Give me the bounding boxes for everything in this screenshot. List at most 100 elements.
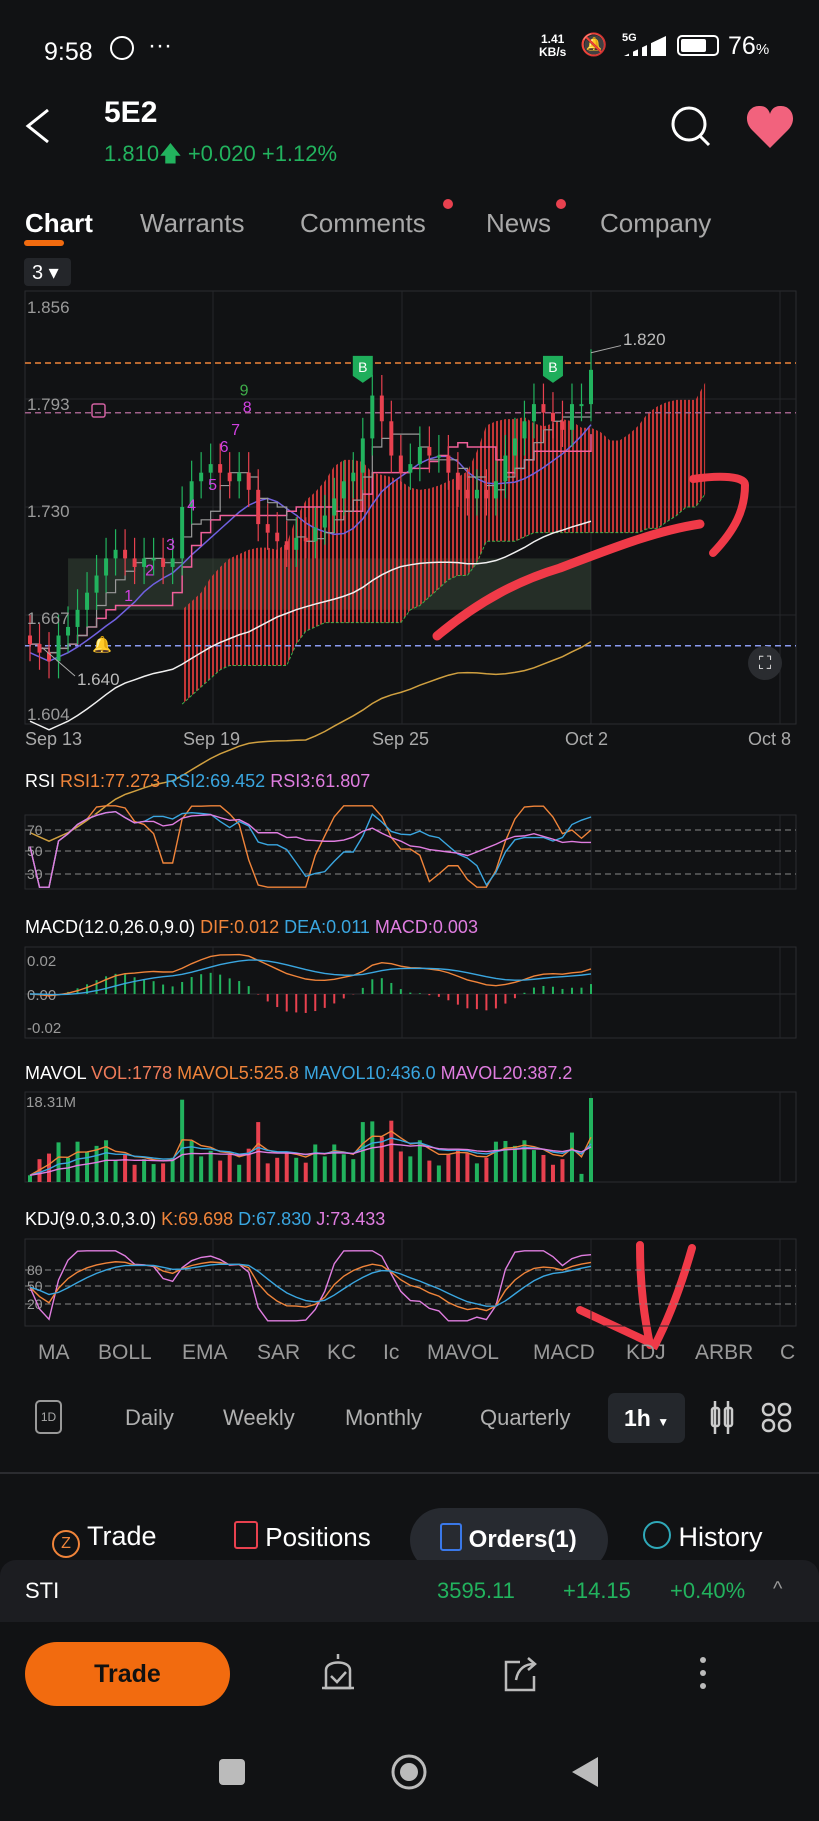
orders-tab[interactable]: Orders(1) (440, 1523, 577, 1554)
candle-body (303, 537, 308, 542)
rsi-legend: RSI RSI1:77.273 RSI2:69.452 RSI3:61.807 (25, 771, 370, 792)
y-tick-label: 1.604 (27, 705, 70, 724)
volume-bar (94, 1145, 99, 1182)
fullscreen-button[interactable]: ⛶ (748, 646, 782, 680)
indicator-kdj[interactable]: KDJ (626, 1341, 666, 1365)
volume-bar (66, 1157, 71, 1182)
net-speed: 1.41 KB/s (539, 33, 566, 59)
network-type: 5G (622, 32, 637, 44)
layout-selector-value: 3 (32, 262, 44, 284)
candle-body (227, 472, 232, 482)
kdj-legend: KDJ(9.0,3.0,3.0) K:69.698 D:67.830 J:73.… (25, 1209, 385, 1230)
rsi-pane-frame (24, 814, 797, 890)
annotation-arrow (576, 1241, 696, 1351)
expand-caret-icon[interactable]: ^ (773, 1578, 782, 1601)
volume-bar (370, 1121, 375, 1182)
candle-body (379, 395, 384, 422)
volume-bar (28, 1175, 32, 1182)
trade-button[interactable]: Trade (25, 1642, 230, 1706)
battery-value: 76 (728, 32, 756, 60)
trade-icon: Z (52, 1530, 80, 1558)
mavol-legend: MAVOL VOL:1778 MAVOL5:525.8 MAVOL10:436.… (25, 1063, 572, 1084)
x-tick-label: Oct 2 (565, 729, 608, 749)
orders-tab-label: Orders(1) (468, 1526, 577, 1553)
tab-news[interactable]: News (486, 208, 551, 239)
candle-body (256, 489, 261, 525)
history-tab-label: History (678, 1522, 763, 1552)
candle-body (341, 481, 346, 499)
candle-body (313, 527, 318, 542)
history-tab[interactable]: History (643, 1521, 763, 1553)
volume-bar (284, 1152, 289, 1182)
kdj-j-value: J:73.433 (316, 1209, 386, 1229)
intraday-1d-button[interactable]: 1D (35, 1400, 62, 1434)
volume-bar (560, 1159, 565, 1182)
rsi-title: RSI (25, 771, 56, 791)
x-tick-label: Sep 25 (372, 729, 429, 749)
volume-bar (379, 1136, 384, 1182)
period-quarterly[interactable]: Quarterly (480, 1405, 570, 1431)
indicator-kc[interactable]: KC (327, 1341, 356, 1365)
candle-body (493, 481, 498, 499)
candle-body (522, 421, 527, 439)
indicator-macd[interactable]: MACD (533, 1341, 595, 1365)
candle-body (474, 489, 479, 499)
layout-selector[interactable]: 3 ▾ (24, 258, 71, 286)
td-count: 2 (145, 563, 154, 580)
volume-bar (484, 1157, 489, 1182)
index-change: +14.15 (563, 1578, 631, 1603)
volume-bar (522, 1140, 527, 1182)
macd-dea-value: DEA:0.011 (284, 917, 370, 937)
tab-company[interactable]: Company (600, 208, 711, 239)
macd-title: MACD(12.0,26.0,9.0) (25, 917, 196, 937)
candle-body (541, 404, 546, 413)
volume-bar (199, 1156, 204, 1182)
indicator-mavol[interactable]: MAVOL (427, 1341, 499, 1365)
kdj-title: KDJ(9.0,3.0,3.0) (25, 1209, 157, 1229)
candle-body (579, 404, 584, 407)
clock-icon (643, 1521, 671, 1549)
candle-body (75, 609, 80, 627)
indicator-ma[interactable]: MA (38, 1341, 70, 1365)
alert-bell-icon[interactable]: 🔔 (92, 635, 112, 655)
tab-chart[interactable]: Chart (25, 208, 93, 239)
period-daily[interactable]: Daily (125, 1405, 174, 1431)
tab-comments[interactable]: Comments (300, 208, 426, 239)
rsi1-value: RSI1:77.273 (60, 771, 161, 791)
volume-bar (303, 1162, 308, 1182)
positions-tab[interactable]: Positions (234, 1521, 371, 1553)
volume-bar (294, 1157, 299, 1182)
volume-bar (351, 1159, 356, 1182)
td-count: 5 (208, 477, 217, 494)
stock-quote: 1.810🡅 +0.020 +1.12% (104, 137, 337, 175)
volume-bar (123, 1154, 128, 1182)
candle-body (180, 506, 185, 559)
td-count: 1 (124, 588, 133, 605)
volume-bar (322, 1156, 327, 1182)
candle-body (531, 404, 536, 422)
index-change-pct: +0.40% (670, 1578, 746, 1603)
high-leader (590, 345, 622, 354)
candle-body (560, 421, 565, 430)
indicator-more[interactable]: C (780, 1341, 795, 1365)
candle-body (218, 464, 223, 473)
vol-value: VOL:1778 (91, 1063, 173, 1083)
indicator-ichimoku[interactable]: Ic (383, 1341, 399, 1365)
tab-warrants[interactable]: Warrants (140, 208, 245, 239)
volume-bar (436, 1165, 441, 1182)
indicator-ema[interactable]: EMA (182, 1341, 228, 1365)
y-tick-label: 1.730 (27, 502, 70, 521)
indicator-boll[interactable]: BOLL (98, 1341, 152, 1365)
period-1h-dropdown[interactable]: 1h ▼ (608, 1393, 685, 1443)
period-weekly[interactable]: Weekly (223, 1405, 295, 1431)
candle-body (294, 537, 299, 550)
trade-tab[interactable]: Z Trade (52, 1521, 157, 1558)
indicator-arbr[interactable]: ARBR (695, 1341, 753, 1365)
period-monthly[interactable]: Monthly (345, 1405, 422, 1431)
indicator-sar[interactable]: SAR (257, 1341, 300, 1365)
low-price-label: 1.640 (77, 670, 120, 689)
volume-bar (579, 1173, 584, 1182)
macd-level-label: -0.02 (27, 1020, 61, 1037)
volume-bar (218, 1160, 223, 1182)
battery-unit: % (755, 41, 770, 58)
